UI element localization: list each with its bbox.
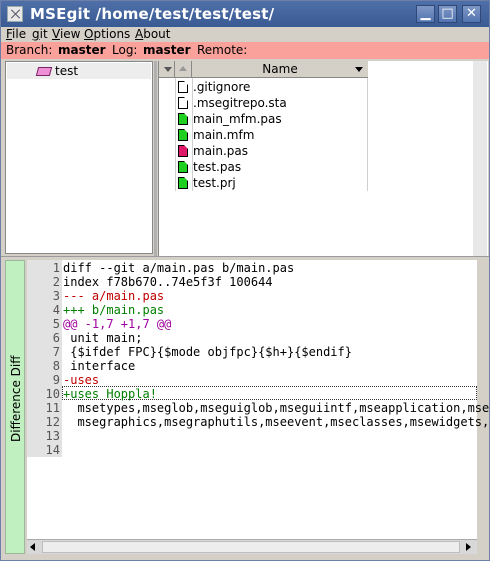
menu-view[interactable]: View [52, 27, 80, 42]
menu-git-label: it [39, 27, 48, 41]
status-bar: Branch: master Log: master Remote: [1, 42, 489, 59]
file-row[interactable]: main.pas [176, 143, 366, 159]
line-number: 12 [45, 415, 60, 429]
file-row[interactable]: main.mfm [176, 127, 366, 143]
directory-tree[interactable]: test [5, 61, 153, 254]
file-icon [178, 129, 188, 141]
column-divider [367, 78, 368, 191]
branch-value: master [58, 43, 106, 57]
diff-line: @@ -1,7 +1,7 @@ [63, 317, 172, 331]
column-header-filter[interactable] [160, 61, 175, 77]
file-row[interactable]: test.pas [176, 159, 366, 175]
file-list-header: Name [159, 61, 368, 78]
file-row[interactable]: .msegitrepo.sta [176, 95, 366, 111]
triangle-down-icon [164, 67, 172, 72]
menu-git[interactable]: git [32, 27, 48, 42]
arrow-left-icon [30, 543, 35, 551]
tab-difference-diff[interactable]: Difference Diff [5, 260, 25, 554]
file-list-scrollbar[interactable] [473, 61, 487, 256]
line-number: 10 [45, 387, 60, 401]
sort-down-icon[interactable] [355, 67, 363, 72]
diff-line: {$ifdef FPC}{$mode objfpc}{$h+}{$endif} [63, 345, 352, 359]
menu-about-label: bout [143, 27, 171, 41]
window-title: MSEgit /home/test/test/test/ [30, 5, 275, 23]
diff-line: index f78b670..74e5f3f 100644 [63, 275, 273, 289]
log-value: master [143, 43, 191, 57]
line-number: 7 [52, 345, 60, 359]
app-icon[interactable] [7, 6, 23, 22]
file-name: main.pas [193, 144, 249, 158]
file-row[interactable]: test.prj [176, 175, 366, 191]
diff-line: msegraphics,msegraphutils,mseevent,msecl… [63, 415, 490, 429]
line-number: 5 [52, 317, 60, 331]
menu-git-mnemonic: g [32, 27, 40, 41]
file-icon [178, 113, 188, 125]
file-name: test.pas [193, 160, 242, 174]
menu-about[interactable]: About [135, 27, 171, 42]
diff-line: +uses Hoppla! [63, 387, 157, 401]
file-name: main.mfm [193, 128, 255, 142]
menu-options[interactable]: Options [84, 27, 130, 42]
diff-line: -uses [63, 373, 100, 387]
branch-label: Branch: [6, 43, 53, 57]
triangle-up-icon [179, 66, 187, 71]
file-name: .gitignore [193, 80, 251, 94]
column-header-name[interactable]: Name [192, 61, 368, 77]
scroll-thumb[interactable] [42, 541, 460, 553]
menu-file-label: ile [12, 27, 27, 41]
diff-line: msetypes,mseglob,mseguiglob,mseguiintf,m… [63, 401, 490, 415]
menu-file[interactable]: File [6, 27, 26, 42]
folder-icon [35, 67, 53, 76]
line-number: 13 [45, 429, 60, 443]
file-name: main_mfm.pas [193, 112, 282, 126]
column-header-sort[interactable] [175, 61, 192, 77]
diff-line: interface [63, 359, 136, 373]
line-number: 14 [45, 443, 60, 457]
tree-item-label: test [55, 64, 79, 78]
main-window: MSEgit /home/test/test/test/ ▁ □ ✕ File … [0, 0, 490, 561]
line-number: 1 [52, 261, 60, 275]
line-number: 9 [52, 373, 60, 387]
menu-bar: File git View Options About [1, 27, 489, 42]
diff-line: +++ b/main.pas [63, 303, 165, 317]
file-icon [178, 81, 188, 93]
menu-options-label: ptions [93, 27, 131, 41]
file-icon [178, 161, 188, 173]
arrow-right-icon [466, 543, 471, 551]
title-bar[interactable]: MSEgit /home/test/test/test/ ▁ □ ✕ [1, 1, 489, 27]
window-bottom-border [1, 554, 489, 560]
line-number: 8 [52, 359, 60, 373]
file-row[interactable]: main_mfm.pas [176, 111, 366, 127]
line-number: 6 [52, 331, 60, 345]
close-button[interactable]: ✕ [462, 5, 481, 23]
remote-label: Remote: [197, 43, 248, 57]
maximize-button[interactable]: □ [438, 5, 457, 23]
file-icon [178, 97, 188, 109]
line-number: 3 [52, 289, 60, 303]
diff-editor[interactable]: 1 diff --git a/main.pas b/main.pas 2 index … [27, 260, 489, 539]
vertical-splitter[interactable] [154, 61, 157, 256]
line-number: 11 [45, 401, 60, 415]
diff-line: diff --git a/main.pas b/main.pas [63, 261, 295, 275]
file-icon [178, 145, 188, 157]
file-row[interactable]: .gitignore [176, 79, 366, 95]
scroll-right-button[interactable] [461, 540, 475, 554]
log-label: Log: [112, 43, 138, 57]
diff-horizontal-scrollbar[interactable] [27, 539, 477, 554]
line-number: 2 [52, 275, 60, 289]
minimize-button[interactable]: ▁ [416, 5, 435, 23]
tab-label: Difference Diff [9, 355, 23, 442]
file-name: .msegitrepo.sta [193, 96, 287, 110]
menu-view-mnemonic: V [52, 27, 60, 41]
tree-item-test[interactable]: test [7, 63, 151, 79]
scroll-left-button[interactable] [27, 540, 41, 554]
line-number: 4 [52, 303, 60, 317]
menu-view-label: iew [59, 27, 81, 41]
menu-about-mnemonic: A [135, 27, 144, 41]
diff-line: unit main; [63, 331, 143, 345]
diff-line: --- a/main.pas [63, 289, 165, 303]
file-name: test.prj [193, 176, 236, 190]
file-list[interactable]: Name .gitignore .msegitrepo.sta main_mfm.p… [158, 61, 488, 256]
file-icon [178, 177, 188, 189]
